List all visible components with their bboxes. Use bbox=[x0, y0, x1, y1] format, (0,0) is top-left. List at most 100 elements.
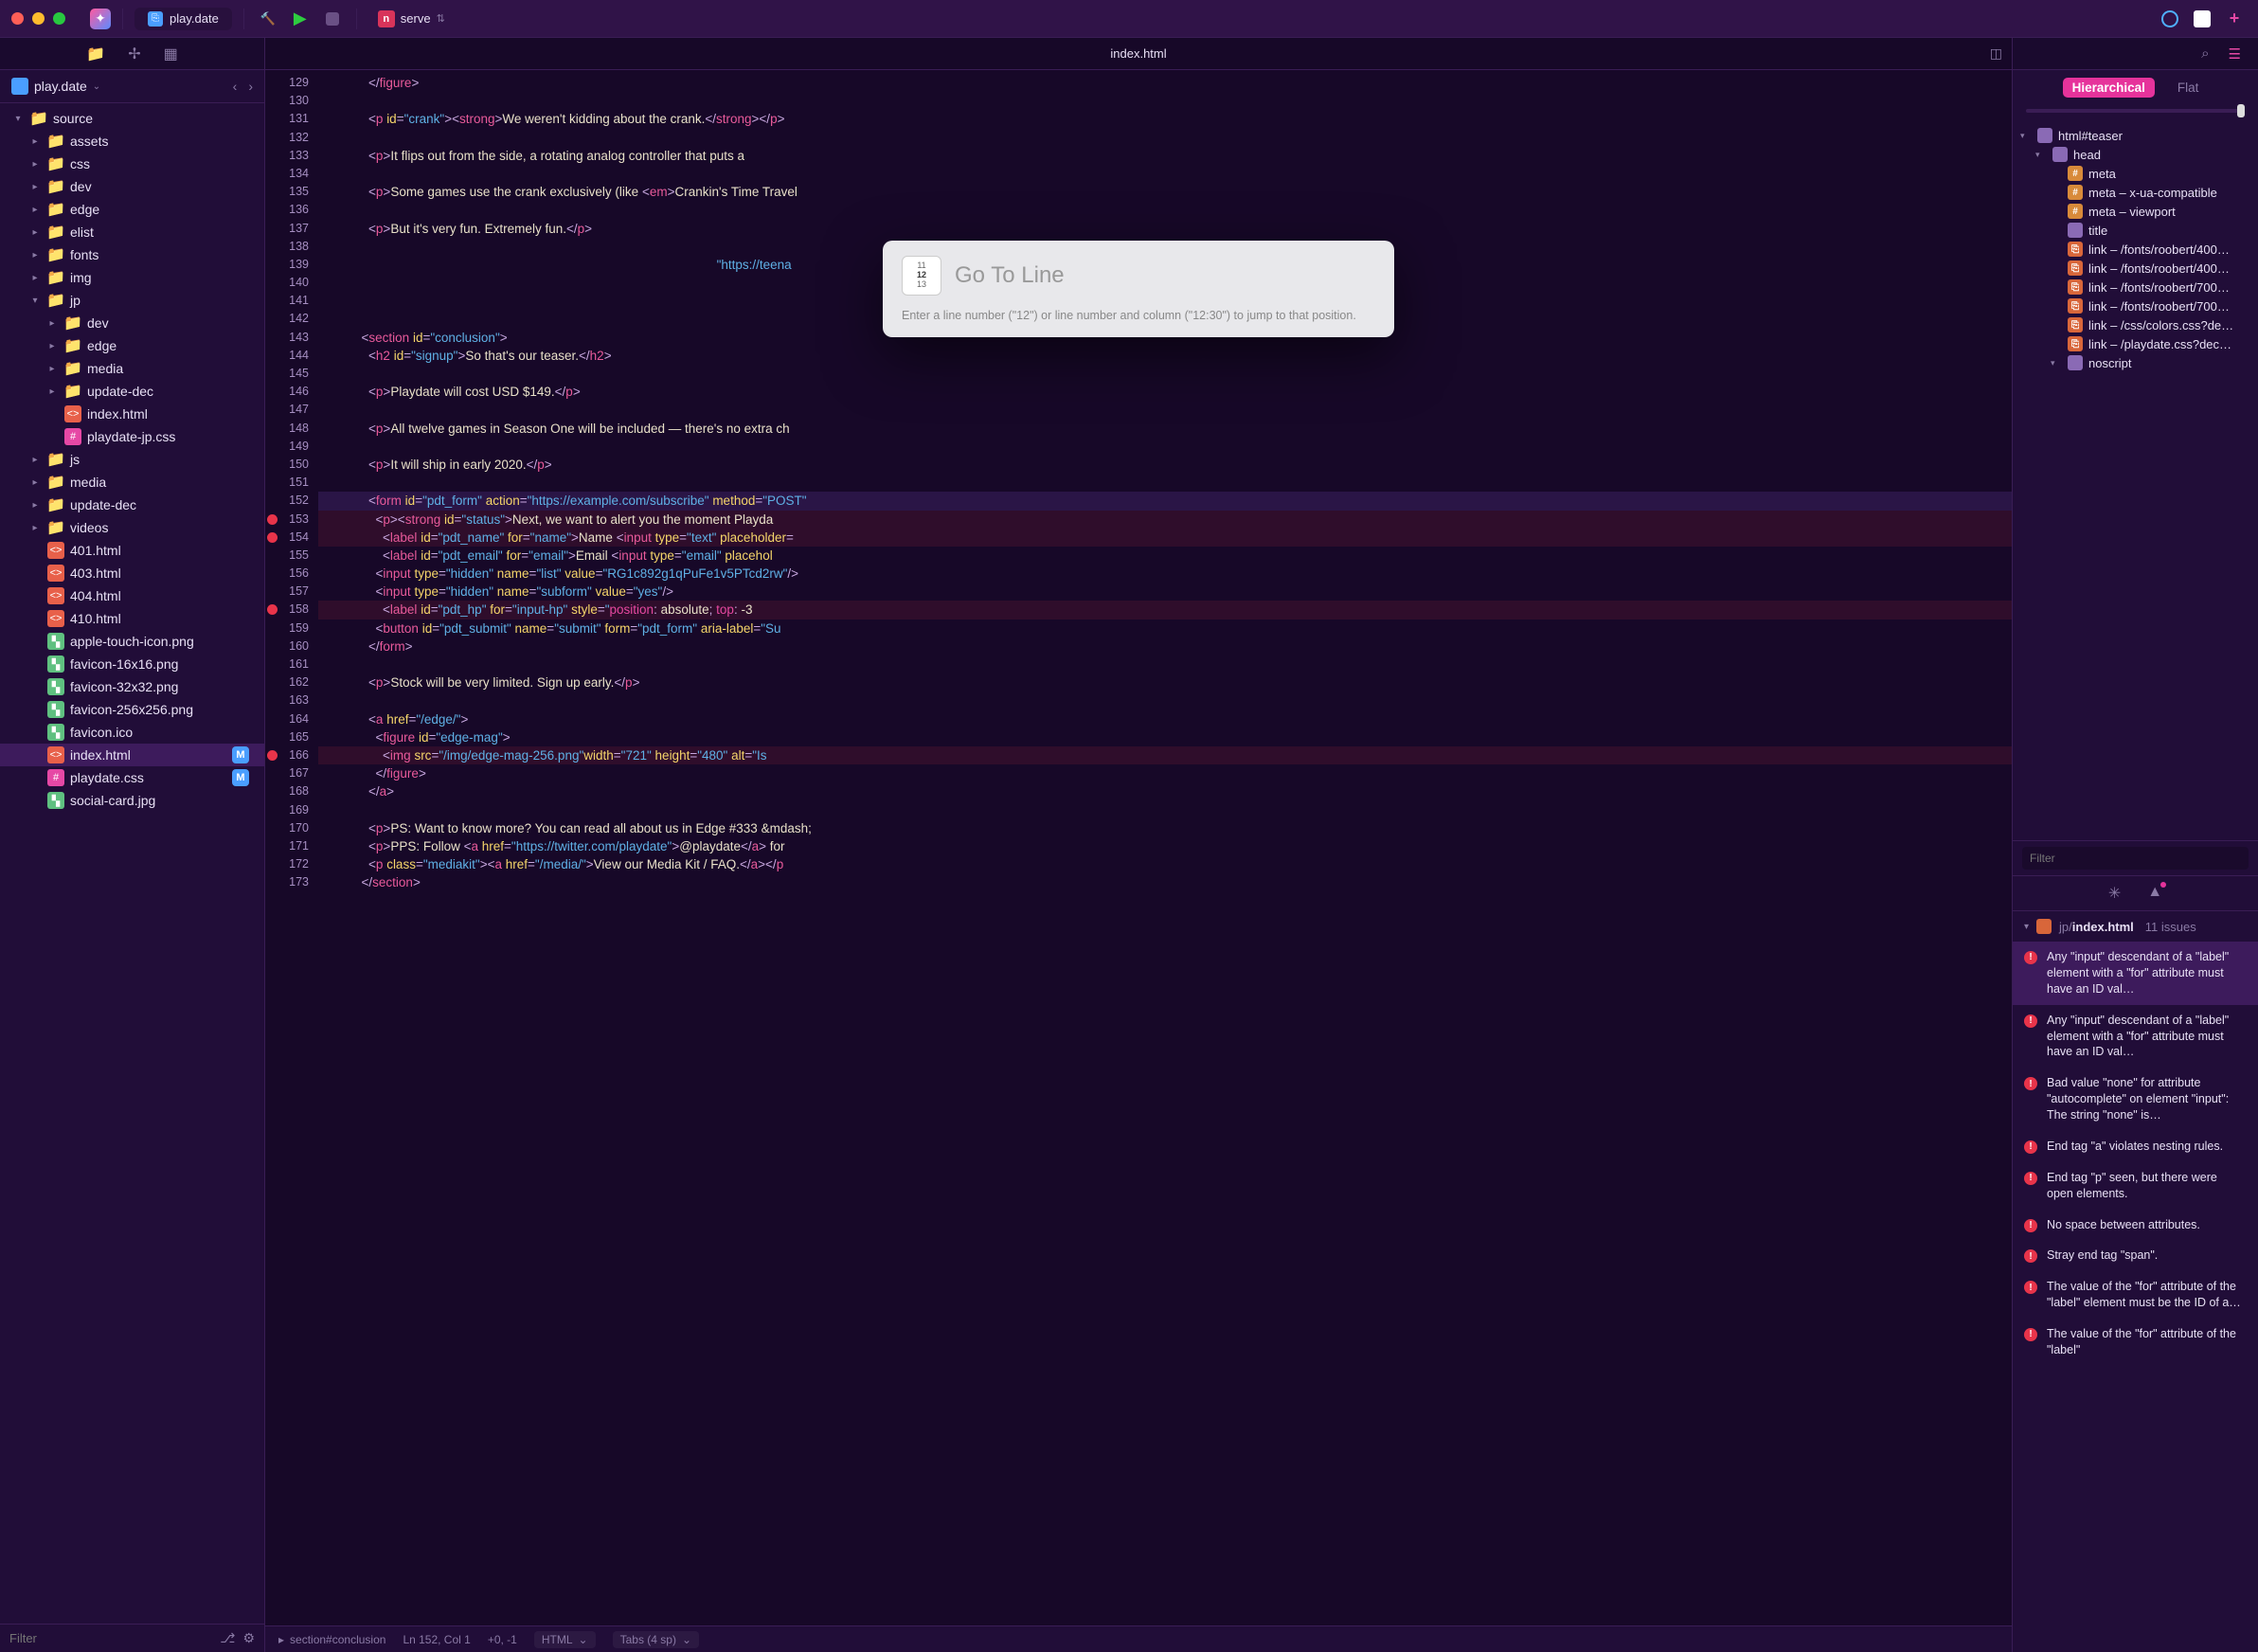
forward-button[interactable]: › bbox=[248, 79, 253, 94]
scm-icon[interactable]: ⎇ bbox=[220, 1630, 235, 1646]
tree-folder[interactable]: ▸📁edge bbox=[0, 198, 264, 221]
disclosure-icon[interactable]: ▸ bbox=[28, 250, 42, 260]
tree-folder[interactable]: ▸📁js bbox=[0, 448, 264, 471]
breadcrumb[interactable]: ▸ section#conclusion bbox=[278, 1633, 385, 1646]
tree-folder[interactable]: ▸📁edge bbox=[0, 334, 264, 357]
disclosure-icon[interactable]: ▾ bbox=[2051, 358, 2062, 368]
disclosure-icon[interactable]: ▾ bbox=[2035, 150, 2047, 160]
tree-folder[interactable]: ▸📁media bbox=[0, 357, 264, 380]
outline-item[interactable]: ▾html#teaser bbox=[2013, 126, 2258, 145]
issue-item[interactable]: !The value of the "for" attribute of the… bbox=[2013, 1271, 2258, 1319]
filter-input[interactable] bbox=[9, 1631, 212, 1645]
tree-folder[interactable]: ▸📁fonts bbox=[0, 243, 264, 266]
add-button[interactable]: + bbox=[2222, 7, 2247, 31]
disclosure-icon[interactable]: ▸ bbox=[45, 341, 59, 351]
line-gutter[interactable]: 1291301311321331341351361371381391401411… bbox=[265, 70, 318, 1625]
structure-icon[interactable]: ☰ bbox=[2229, 45, 2241, 63]
outline-item[interactable]: ⎘link – /css/colors.css?de… bbox=[2013, 315, 2258, 334]
tree-folder[interactable]: ▸📁img bbox=[0, 266, 264, 289]
all-issues-icon[interactable]: ✳ bbox=[2108, 884, 2121, 903]
outline-item[interactable]: #meta – x-ua-compatible bbox=[2013, 183, 2258, 202]
files-tab-icon[interactable]: 📁 bbox=[86, 45, 105, 63]
cursor-position[interactable]: Ln 152, Col 1 bbox=[403, 1633, 470, 1646]
issue-item[interactable]: !Bad value "none" for attribute "autocom… bbox=[2013, 1068, 2258, 1131]
disclosure-icon[interactable]: ▸ bbox=[45, 386, 59, 397]
outline-item[interactable]: ⎘link – /fonts/roobert/400… bbox=[2013, 259, 2258, 278]
disclosure-icon[interactable]: ▸ bbox=[28, 455, 42, 465]
issues-list[interactable]: !Any "input" descendant of a "label" ele… bbox=[2013, 942, 2258, 1652]
tree-file[interactable]: ▚apple-touch-icon.png bbox=[0, 630, 264, 653]
tree-file[interactable]: ▚favicon-256x256.png bbox=[0, 698, 264, 721]
gear-icon[interactable]: ⚙ bbox=[242, 1630, 255, 1646]
tree-file[interactable]: <>index.htmlM bbox=[0, 744, 264, 766]
tree-folder[interactable]: ▸📁videos bbox=[0, 516, 264, 539]
hammer-icon[interactable]: 🔨 bbox=[256, 7, 280, 31]
disclosure-icon[interactable]: ▸ bbox=[28, 205, 42, 215]
tree-folder[interactable]: ▾📁jp bbox=[0, 289, 264, 312]
close-window-button[interactable] bbox=[11, 12, 24, 25]
split-editor-icon[interactable]: ◫ bbox=[1990, 45, 2002, 62]
outline-item[interactable]: ⎘link – /fonts/roobert/400… bbox=[2013, 240, 2258, 259]
outline-item[interactable]: ⎘link – /fonts/roobert/700… bbox=[2013, 296, 2258, 315]
tree-folder[interactable]: ▸📁assets bbox=[0, 130, 264, 153]
goto-line-input[interactable]: Go To Line bbox=[955, 262, 1065, 289]
tree-file[interactable]: <>403.html bbox=[0, 562, 264, 584]
issues-file-header[interactable]: ▾ jp/index.html 11 issues bbox=[2013, 910, 2258, 942]
tree-folder[interactable]: ▸📁update-dec bbox=[0, 380, 264, 403]
editor-tab[interactable]: index.html ◫ bbox=[265, 38, 2012, 69]
outline-item[interactable]: ▾noscript bbox=[2013, 353, 2258, 372]
disclosure-icon[interactable]: ▸ bbox=[45, 364, 59, 374]
tree-file[interactable]: <>410.html bbox=[0, 607, 264, 630]
project-header[interactable]: play.date ⌄ ‹ › bbox=[0, 70, 264, 103]
panel-toggle-button[interactable] bbox=[2190, 7, 2214, 31]
tree-file[interactable]: ▚favicon-32x32.png bbox=[0, 675, 264, 698]
outline-item[interactable]: #meta – viewport bbox=[2013, 202, 2258, 221]
depth-slider[interactable] bbox=[2013, 105, 2258, 122]
tree-folder[interactable]: ▸📁update-dec bbox=[0, 494, 264, 516]
zoom-window-button[interactable] bbox=[53, 12, 65, 25]
disclosure-icon[interactable]: ▾ bbox=[11, 114, 25, 124]
outline-item[interactable]: ⎘link – /fonts/roobert/700… bbox=[2013, 278, 2258, 296]
project-tab[interactable]: ⎘ play.date bbox=[134, 8, 232, 30]
tab-flat[interactable]: Flat bbox=[2168, 78, 2209, 98]
tab-hierarchical[interactable]: Hierarchical bbox=[2063, 78, 2155, 98]
disclosure-icon[interactable]: ▸ bbox=[45, 318, 59, 329]
tree-folder[interactable]: ▸📁css bbox=[0, 153, 264, 175]
structure-outline[interactable]: ▾html#teaser▾head#meta#meta – x-ua-compa… bbox=[2013, 122, 2258, 840]
outline-filter-input[interactable] bbox=[2022, 847, 2249, 870]
tree-folder[interactable]: ▸📁media bbox=[0, 471, 264, 494]
warnings-icon[interactable]: ▲ bbox=[2147, 884, 2162, 903]
disclosure-icon[interactable]: ▾ bbox=[2020, 131, 2032, 141]
disclosure-icon[interactable]: ▸ bbox=[28, 227, 42, 238]
tree-file[interactable]: #playdate.cssM bbox=[0, 766, 264, 789]
tree-folder[interactable]: ▸📁dev bbox=[0, 312, 264, 334]
issue-item[interactable]: !End tag "a" violates nesting rules. bbox=[2013, 1131, 2258, 1162]
code-editor[interactable]: 1291301311321331341351361371381391401411… bbox=[265, 70, 2012, 1625]
issue-item[interactable]: !End tag "p" seen, but there were open e… bbox=[2013, 1162, 2258, 1210]
disclosure-icon[interactable]: ▸ bbox=[28, 523, 42, 533]
minimize-window-button[interactable] bbox=[32, 12, 45, 25]
grid-tab-icon[interactable]: ▦ bbox=[164, 45, 178, 63]
indent-selector[interactable]: Tabs (4 sp) ⌄ bbox=[613, 1631, 699, 1648]
issue-item[interactable]: !The value of the "for" attribute of the… bbox=[2013, 1319, 2258, 1366]
tree-file[interactable]: ▚favicon.ico bbox=[0, 721, 264, 744]
outline-item[interactable]: ⎘link – /playdate.css?dec… bbox=[2013, 334, 2258, 353]
language-selector[interactable]: HTML ⌄ bbox=[534, 1631, 596, 1648]
tree-file[interactable]: <>index.html bbox=[0, 403, 264, 425]
disclosure-icon[interactable]: ▸ bbox=[28, 477, 42, 488]
tree-folder[interactable]: ▾📁source bbox=[0, 107, 264, 130]
tree-file[interactable]: ▚social-card.jpg bbox=[0, 789, 264, 812]
tree-file[interactable]: #playdate-jp.css bbox=[0, 425, 264, 448]
issue-item[interactable]: !Stray end tag "span". bbox=[2013, 1240, 2258, 1271]
disclosure-icon[interactable]: ▸ bbox=[28, 159, 42, 170]
stop-button[interactable] bbox=[326, 12, 339, 26]
search-icon[interactable]: ⌕ bbox=[2201, 45, 2209, 62]
outline-item[interactable]: title bbox=[2013, 221, 2258, 240]
disclosure-icon[interactable]: ▸ bbox=[28, 500, 42, 511]
issue-item[interactable]: !Any "input" descendant of a "label" ele… bbox=[2013, 1005, 2258, 1068]
preview-button[interactable] bbox=[2158, 7, 2182, 31]
tree-file[interactable]: ▚favicon-16x16.png bbox=[0, 653, 264, 675]
symbols-tab-icon[interactable]: ✢ bbox=[128, 45, 140, 63]
back-button[interactable]: ‹ bbox=[233, 79, 238, 94]
tree-file[interactable]: <>401.html bbox=[0, 539, 264, 562]
